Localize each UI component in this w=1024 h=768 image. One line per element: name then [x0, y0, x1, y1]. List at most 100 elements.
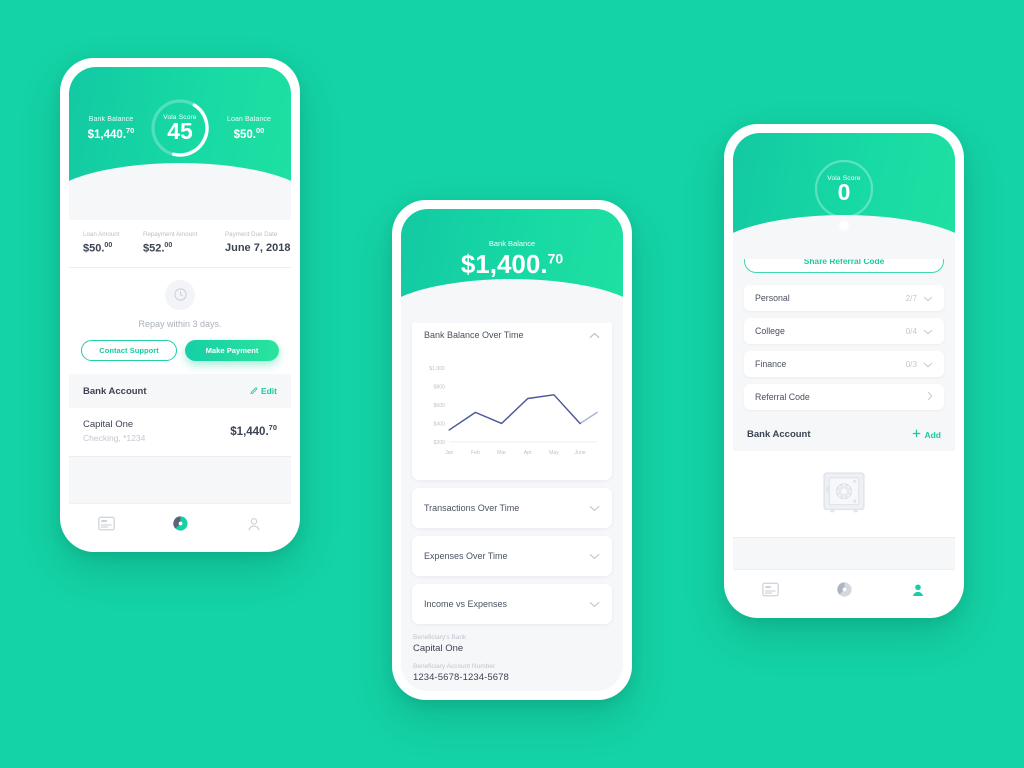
accordion-label: Expenses Over Time [424, 551, 508, 561]
list-item-label: College [755, 326, 785, 336]
balance-header: Bank Balance $1,400.70 [401, 209, 623, 323]
svg-text:Apr: Apr [524, 450, 532, 456]
dashboard-body: Active Loan Loan Amount $50.00 Repayment… [69, 185, 291, 503]
due-date-label: Payment Due Date [225, 231, 278, 238]
phone-dashboard: Bank Balance $1,440.70 Vola Score 45 Loa… [60, 58, 300, 552]
list-row-college[interactable]: College 0/4 [744, 318, 944, 344]
accordion-transactions[interactable]: Transactions Over Time [412, 488, 612, 528]
beneficiary-bank-value: Capital One [413, 643, 464, 654]
due-date-value: June 7, 2018 [225, 242, 291, 254]
tab-bar [733, 569, 955, 609]
tab-profile[interactable] [238, 511, 270, 537]
insights-body: Bank Balance Over Time $1,000 $800 $600 $40… [401, 301, 623, 691]
list-row-referral-code[interactable]: Referral Code [744, 384, 944, 410]
svg-text:$600: $600 [433, 403, 445, 409]
tab-bar [69, 503, 291, 543]
list-row-finance[interactable]: Finance 0/3 [744, 351, 944, 377]
score-ring-marker [839, 221, 849, 230]
chevron-up-icon[interactable] [589, 326, 600, 344]
beneficiary-account-value: 1234-5678-1234-5678 [413, 672, 509, 683]
bank-account-title: Bank Account [83, 385, 147, 397]
chart-svg: $1,000 $800 $600 $400 $200Jan Feb Mar Apr May Jun… [429, 366, 598, 456]
vola-score-ring: Vola Score 45 [149, 97, 211, 159]
repay-text: Repay within 3 days. [138, 318, 222, 329]
accordion-income-vs-expenses[interactable]: Income vs Expenses [412, 584, 612, 624]
contact-support-button[interactable]: Contact Support [81, 339, 177, 361]
beneficiary-account-label: Beneficiary Account Number [413, 663, 496, 670]
screen-dashboard: Bank Balance $1,440.70 Vola Score 45 Loa… [69, 67, 291, 543]
bank-balance-stat: Bank Balance $1,440.70 [83, 116, 139, 141]
svg-text:June: June [575, 450, 586, 456]
add-bank-account-button[interactable]: Add [912, 429, 941, 440]
svg-text:Mar: Mar [497, 450, 506, 456]
bank-account-title: Bank Account [747, 429, 811, 440]
accordion-label: Transactions Over Time [424, 503, 520, 513]
loan-amount-value: $50.00 [83, 242, 113, 255]
beneficiary-details: Beneficiary's Bank Capital One Beneficia… [401, 632, 623, 691]
profile-header: Vola Score 0 [733, 133, 955, 259]
score-value: 45 [167, 117, 193, 144]
chevron-down-icon[interactable] [923, 322, 933, 340]
balance-line-chart: $1,000 $800 $600 $400 $200 Jan Feb Mar Apr May Jun… [412, 355, 612, 480]
accordion-label: Income vs Expenses [424, 599, 508, 609]
beneficiary-bank-label: Beneficiary's Bank [413, 634, 467, 641]
active-loan-card: Loan Amount $50.00 Repayment Amount $52.… [69, 220, 291, 374]
svg-text:Feb: Feb [471, 450, 480, 456]
tab-profile[interactable] [902, 577, 934, 603]
loan-balance-stat: Loan Balance $50.00 [221, 116, 277, 141]
svg-text:Jan: Jan [445, 450, 453, 456]
safe-vault-icon [823, 472, 865, 513]
score-row: Bank Balance $1,440.70 Vola Score 45 Loa… [69, 67, 291, 159]
vola-score-ring-empty: Vola Score 0 [812, 157, 876, 230]
mockup-stage: Bank Balance $1,440.70 Vola Score 45 Loa… [0, 0, 1024, 768]
phone-profile: Vola Score 0 Share Referral Code Persona… [724, 124, 964, 618]
score-value: 0 [837, 178, 851, 205]
loan-detail-cell: Payment Due Date June 7, 2018 [225, 231, 290, 255]
bank-account-header: Bank Account Add [733, 417, 955, 451]
add-label: Add [924, 429, 941, 440]
tab-pie-chart[interactable] [828, 577, 860, 603]
list-item-label: Finance [755, 359, 787, 369]
accordion-expenses[interactable]: Expenses Over Time [412, 536, 612, 576]
list-item-count: 0/3 [905, 359, 917, 369]
list-item-count: 2/7 [905, 293, 917, 303]
empty-state [733, 451, 955, 537]
make-payment-button[interactable]: Make Payment [185, 339, 279, 361]
list-item-count: 0/4 [905, 326, 917, 336]
repay-block: Repay within 3 days. Contact Support Mak… [69, 267, 291, 374]
chevron-down-icon[interactable] [923, 355, 933, 373]
bank-account-header: Bank Account Edit [69, 374, 291, 408]
chevron-down-icon[interactable] [589, 547, 600, 565]
screen-profile: Vola Score 0 Share Referral Code Persona… [733, 133, 955, 609]
phone-insights: Bank Balance $1,400.70 Bank Balance Over… [392, 200, 632, 700]
tab-pie-chart[interactable] [164, 511, 196, 537]
loan-balance-label: Loan Balance [226, 115, 271, 123]
loan-action-buttons: Contact Support Make Payment [69, 339, 291, 361]
loan-detail-grid: Loan Amount $50.00 Repayment Amount $52.… [69, 220, 291, 267]
list-row-personal[interactable]: Personal 2/7 [744, 285, 944, 311]
bank-account-amount: $1,440.70 [230, 423, 277, 439]
chevron-down-icon[interactable] [589, 499, 600, 517]
bank-account-sub: Checking, *1234 [83, 432, 146, 443]
divider [733, 537, 955, 538]
svg-text:$800: $800 [433, 385, 445, 391]
chevron-right-icon[interactable] [927, 388, 933, 406]
tab-card[interactable] [90, 511, 122, 537]
chevron-down-icon[interactable] [923, 289, 933, 307]
profile-body: Share Referral Code Personal 2/7 College [733, 237, 955, 569]
chevron-down-icon[interactable] [589, 595, 600, 613]
repayment-amount-value: $52.00 [143, 242, 173, 255]
tab-card[interactable] [754, 577, 786, 603]
svg-text:$1,000: $1,000 [429, 366, 445, 372]
bank-account-row[interactable]: Capital One Checking, *1234 $1,440.70 [69, 407, 291, 456]
bank-balance-value: $1,440.70 [87, 125, 135, 141]
chart-card: Bank Balance Over Time $1,000 $800 $600 $40… [412, 315, 612, 480]
clock-icon [165, 279, 195, 310]
edit-bank-account-button[interactable]: Edit [249, 386, 277, 397]
bank-balance-label: Bank Balance [88, 115, 134, 123]
repayment-amount-label: Repayment Amount [143, 231, 198, 238]
loan-balance-value: $50.00 [233, 125, 265, 141]
loan-detail-cell: Loan Amount $50.00 [83, 231, 137, 255]
balance-value: $1,400.70 [460, 249, 564, 279]
